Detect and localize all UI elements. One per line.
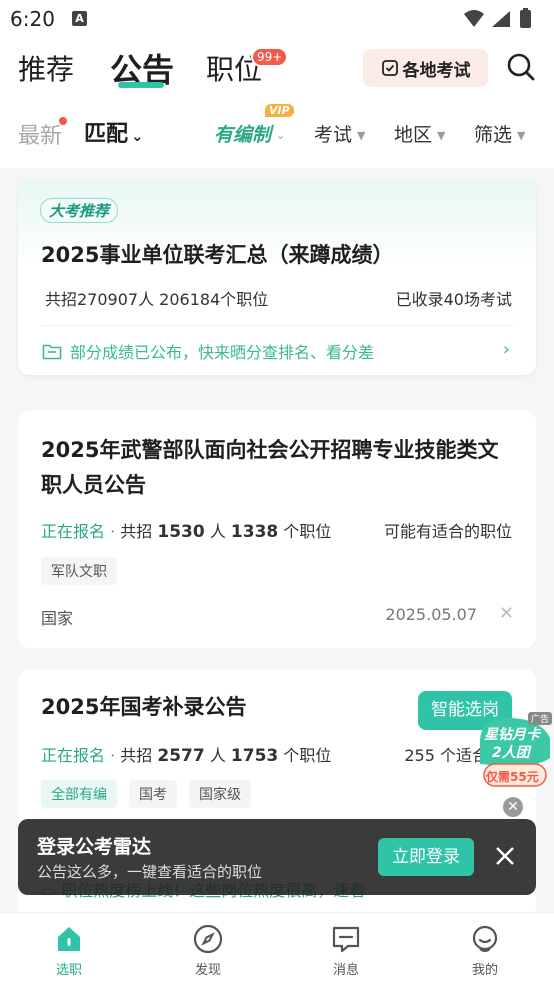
- login-banner: 登录公考雷达 公告这么多，一键查看适合的职位 立即登录: [18, 819, 536, 895]
- local-exams-label: 各地考试: [402, 60, 471, 81]
- featured-collected: 已收录40场考试: [395, 290, 512, 309]
- latest-dot: [59, 117, 67, 125]
- filter-more[interactable]: 筛选 ▼: [474, 120, 525, 147]
- filter-staffed-label: 有编制: [214, 124, 272, 146]
- check-doc-icon: [381, 60, 398, 76]
- people-unit: 人: [209, 522, 226, 541]
- filter-exam[interactable]: 考试 ▼: [314, 120, 365, 147]
- sort-match[interactable]: 匹配 ⌄: [84, 116, 144, 148]
- ad-line2: 2人团: [492, 745, 530, 761]
- login-banner-subtitle: 公告这么多，一键查看适合的职位: [37, 863, 263, 881]
- post-date: 2025.05.07: [385, 605, 477, 624]
- post-status: 正在报名: [41, 746, 106, 765]
- post-status: 正在报名: [41, 522, 106, 541]
- tab-select-jobs[interactable]: 选职: [34, 923, 104, 978]
- positions-unit: 个职位: [283, 522, 332, 541]
- dot-separator: ·: [105, 746, 121, 765]
- sort-latest[interactable]: 最新: [18, 118, 62, 150]
- caret-down-icon: ▼: [357, 129, 366, 142]
- ad-line1: 星钻月卡: [484, 727, 540, 743]
- chevron-down-icon: ⌄: [131, 127, 144, 145]
- bottom-tab-bar: 选职 发现 消息 我的: [0, 912, 554, 984]
- post-status-row: 正在报名 · 共招 2577 人 1753 个职位: [41, 742, 331, 766]
- filter-region-label: 地区: [394, 124, 433, 146]
- positions-count: 1753: [230, 746, 279, 766]
- featured-notice[interactable]: 部分成绩已公布，快来晒分查排名、看分差: [42, 339, 374, 363]
- app-notification-icon: A: [72, 11, 87, 26]
- featured-tag: 大考推荐: [40, 198, 119, 223]
- tab-label: 消息: [332, 963, 359, 978]
- close-icon[interactable]: [494, 845, 516, 867]
- chevron-right-icon: ›: [502, 339, 510, 360]
- category-chip: 军队文职: [41, 557, 117, 585]
- login-banner-title: 登录公考雷达: [37, 836, 152, 858]
- people-count: 1530: [157, 522, 205, 542]
- active-tab-indicator: [118, 82, 164, 88]
- people-unit: 人: [209, 746, 226, 765]
- tab-recommend[interactable]: 推荐: [18, 48, 74, 88]
- promo-ad[interactable]: 广告 星钻月卡 2人团 仅需55元: [474, 712, 554, 788]
- post-title: 2025年武警部队面向社会公开招聘专业技能类文职人员公告: [41, 438, 499, 497]
- caret-down-icon: ▼: [517, 129, 526, 142]
- ad-close-icon[interactable]: ✕: [503, 797, 523, 817]
- level-chip: 国家级: [189, 780, 251, 808]
- local-exams-button[interactable]: 各地考试: [363, 49, 488, 87]
- dot-separator: ·: [105, 522, 121, 541]
- folder-icon: [42, 344, 62, 359]
- positions-badge: 99+: [251, 47, 289, 67]
- tab-label: 选职: [55, 963, 82, 978]
- featured-stats: 共招270907人 206184个职位: [45, 290, 269, 309]
- featured-title: 2025事业单位联考汇总（来蹲成绩）: [41, 243, 394, 267]
- post-region: 国家: [41, 609, 74, 628]
- featured-card[interactable]: 大考推荐 2025事业单位联考汇总（来蹲成绩） 共招270907人 206184…: [18, 179, 536, 375]
- compass-icon: [193, 924, 223, 954]
- wifi-signal-battery-icons: [464, 8, 531, 28]
- tab-discover[interactable]: 发现: [173, 923, 243, 978]
- filter-region[interactable]: 地区 ▼: [394, 120, 445, 147]
- staffed-chip: 全部有编: [41, 780, 117, 808]
- recruit-prefix: 共招: [120, 522, 153, 541]
- search-icon[interactable]: [506, 52, 536, 82]
- profile-icon: [472, 925, 498, 952]
- tab-profile[interactable]: 我的: [450, 923, 520, 978]
- filter-more-label: 筛选: [474, 124, 513, 146]
- divider: [41, 325, 513, 326]
- filter-staffed[interactable]: 有编制 ⌄: [214, 120, 285, 147]
- category-chip: 国考: [129, 780, 177, 808]
- people-count: 2577: [157, 746, 205, 766]
- home-icon: [58, 927, 80, 951]
- post-card[interactable]: 2025年武警部队面向社会公开招聘专业技能类文职人员公告 正在报名 · 共招 1…: [18, 410, 536, 648]
- filter-exam-label: 考试: [314, 124, 353, 146]
- status-bar: 6:20 A: [0, 0, 554, 40]
- vip-badge: VIP: [265, 104, 294, 117]
- featured-notice-text: 部分成绩已公布，快来晒分查排名、看分差: [70, 343, 375, 362]
- login-button[interactable]: 立即登录: [378, 838, 474, 876]
- status-time: 6:20: [10, 7, 55, 31]
- positions-unit: 个职位: [283, 746, 332, 765]
- tab-label: 我的: [471, 963, 498, 978]
- recruit-prefix: 共招: [120, 746, 153, 765]
- message-icon: [332, 926, 360, 953]
- ad-price: 仅需55元: [486, 770, 539, 784]
- suitable-note: 可能有适合的职位: [383, 522, 512, 541]
- post-status-row: 正在报名 · 共招 1530 人 1338 个职位: [41, 518, 331, 542]
- top-header: 推荐 公告 职位 99+ 各地考试: [0, 40, 554, 96]
- tab-messages[interactable]: 消息: [311, 923, 381, 978]
- positions-count: 1338: [230, 522, 279, 542]
- filter-bar: 最新 匹配 ⌄ 有编制 ⌄ VIP 考试 ▼ 地区 ▼ 筛选 ▼: [0, 96, 554, 168]
- dismiss-icon[interactable]: ✕: [499, 603, 514, 624]
- caret-down-icon: ▼: [437, 129, 446, 142]
- sort-match-label: 匹配: [84, 122, 129, 147]
- chevron-down-icon: ⌄: [276, 129, 286, 142]
- system-icons: [462, 7, 542, 35]
- tab-label: 发现: [194, 963, 221, 978]
